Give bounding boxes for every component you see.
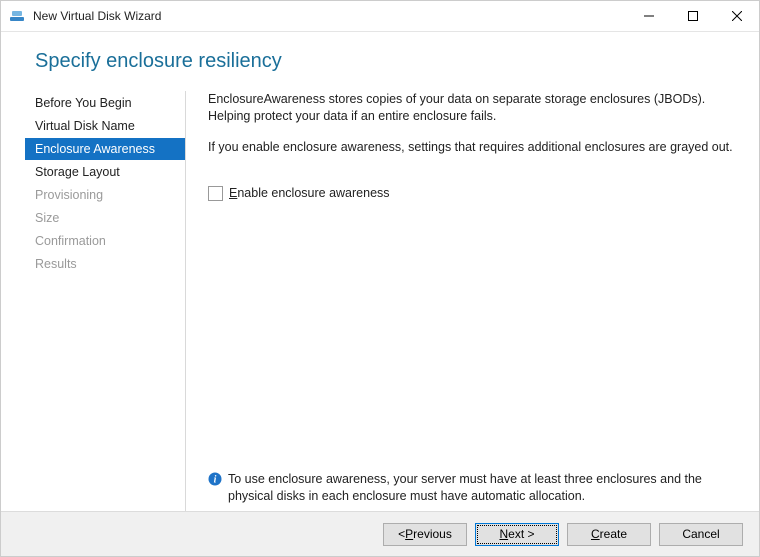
- page-title: Specify enclosure resiliency: [25, 32, 735, 91]
- titlebar: New Virtual Disk Wizard: [1, 1, 759, 32]
- description-2: If you enable enclosure awareness, setti…: [208, 139, 735, 156]
- close-button[interactable]: [715, 1, 759, 31]
- description-1: EnclosureAwareness stores copies of your…: [208, 91, 735, 125]
- window-controls: [627, 1, 759, 31]
- window-title: New Virtual Disk Wizard: [33, 9, 161, 23]
- cancel-button[interactable]: Cancel: [659, 523, 743, 546]
- checkbox-label: Enable enclosure awareness: [229, 186, 390, 200]
- step-enclosure-awareness[interactable]: Enclosure Awareness: [25, 138, 185, 160]
- enable-enclosure-awareness-checkbox[interactable]: Enable enclosure awareness: [208, 186, 735, 201]
- step-confirmation: Confirmation: [25, 230, 185, 252]
- step-before-you-begin[interactable]: Before You Begin: [25, 92, 185, 114]
- detail-pane: EnclosureAwareness stores copies of your…: [186, 91, 735, 511]
- step-provisioning: Provisioning: [25, 184, 185, 206]
- previous-button[interactable]: < Previous: [383, 523, 467, 546]
- info-icon: i: [208, 472, 222, 486]
- maximize-button[interactable]: [671, 1, 715, 31]
- step-results: Results: [25, 253, 185, 275]
- minimize-button[interactable]: [627, 1, 671, 31]
- step-virtual-disk-name[interactable]: Virtual Disk Name: [25, 115, 185, 137]
- wizard-window: New Virtual Disk Wizard Specify enclosur…: [0, 0, 760, 557]
- app-icon: [9, 8, 25, 24]
- next-button[interactable]: Next >: [475, 523, 559, 546]
- content-area: Specify enclosure resiliency Before You …: [1, 32, 759, 511]
- step-sidebar: Before You Begin Virtual Disk Name Enclo…: [25, 91, 186, 511]
- info-note: i To use enclosure awareness, your serve…: [208, 471, 735, 511]
- checkbox-box[interactable]: [208, 186, 223, 201]
- create-button[interactable]: Create: [567, 523, 651, 546]
- button-bar: < Previous Next > Create Cancel: [1, 511, 759, 556]
- main-area: Before You Begin Virtual Disk Name Enclo…: [25, 91, 735, 511]
- step-storage-layout[interactable]: Storage Layout: [25, 161, 185, 183]
- svg-text:i: i: [214, 475, 217, 486]
- info-note-text: To use enclosure awareness, your server …: [228, 471, 735, 505]
- step-size: Size: [25, 207, 185, 229]
